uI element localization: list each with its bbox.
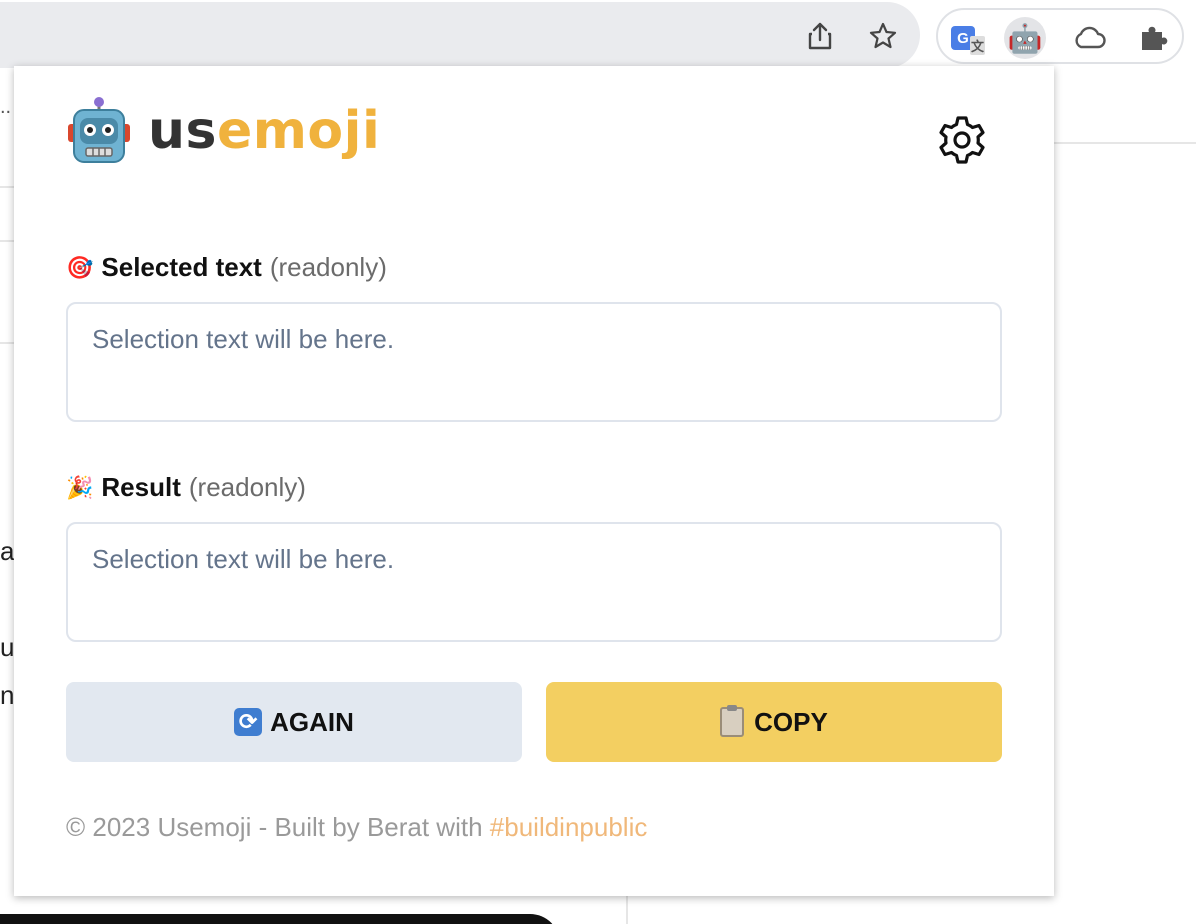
extensions-menu-button[interactable] xyxy=(1132,17,1174,59)
puzzle-icon xyxy=(1142,26,1168,50)
background-dark-bar xyxy=(0,914,560,924)
extensions-toolbar: G 🤖 xyxy=(936,8,1184,64)
usemoji-popup: usemoji 🎯 Selected text (readonly) 🎉 Res… xyxy=(14,66,1054,896)
refresh-icon: ⟳ xyxy=(234,708,263,736)
selected-text-label: 🎯 Selected text (readonly) xyxy=(66,252,387,283)
gear-icon[interactable] xyxy=(934,112,990,168)
google-translate-extension[interactable]: G xyxy=(942,17,985,59)
background-divider xyxy=(0,240,14,242)
copy-button-label: COPY xyxy=(754,706,828,737)
readonly-hint: (readonly) xyxy=(269,252,387,282)
readonly-hint: (readonly) xyxy=(188,472,306,502)
selected-text-title: Selected text xyxy=(101,252,262,282)
cloud-extension[interactable] xyxy=(1068,17,1110,59)
buildinpublic-link[interactable]: #buildinpublic xyxy=(490,812,648,842)
background-text-char: n xyxy=(0,680,15,710)
robot-icon: 🤖 xyxy=(1007,22,1043,54)
cloud-icon xyxy=(1075,26,1106,49)
background-divider xyxy=(626,896,628,924)
logo-text-emoji: emoji xyxy=(216,101,381,161)
logo-text-us: us xyxy=(148,101,217,161)
background-divider xyxy=(1054,142,1196,144)
background-divider xyxy=(0,342,14,344)
star-icon[interactable] xyxy=(868,21,898,51)
share-icon[interactable] xyxy=(805,21,835,51)
target-icon: 🎯 xyxy=(66,254,94,280)
copy-button[interactable]: COPY xyxy=(546,682,1002,762)
background-divider xyxy=(0,186,14,188)
again-button-label: AGAIN xyxy=(270,706,354,737)
party-popper-icon: 🎉 xyxy=(66,474,94,500)
again-button[interactable]: ⟳ AGAIN xyxy=(66,682,522,762)
selected-text-field[interactable] xyxy=(66,302,1002,422)
footer-text: © 2023 Usemoji - Built by Berat with xyxy=(66,812,490,842)
translate-icon: G xyxy=(951,26,985,55)
result-field[interactable] xyxy=(66,522,1002,642)
usemoji-logo: usemoji xyxy=(66,96,380,166)
result-title: Result xyxy=(101,472,181,502)
background-text-char: a xyxy=(0,536,15,566)
footer: © 2023 Usemoji - Built by Berat with #bu… xyxy=(66,812,647,843)
logo-wordmark: usemoji xyxy=(148,101,380,161)
usemoji-extension[interactable]: 🤖 xyxy=(1004,17,1046,59)
background-text-ellipsis: .. xyxy=(0,96,12,118)
background-text-char: u xyxy=(0,632,15,662)
robot-logo-icon xyxy=(68,97,130,163)
clipboard-icon xyxy=(720,705,745,737)
result-label: 🎉 Result (readonly) xyxy=(66,472,306,503)
address-bar[interactable] xyxy=(0,2,920,68)
